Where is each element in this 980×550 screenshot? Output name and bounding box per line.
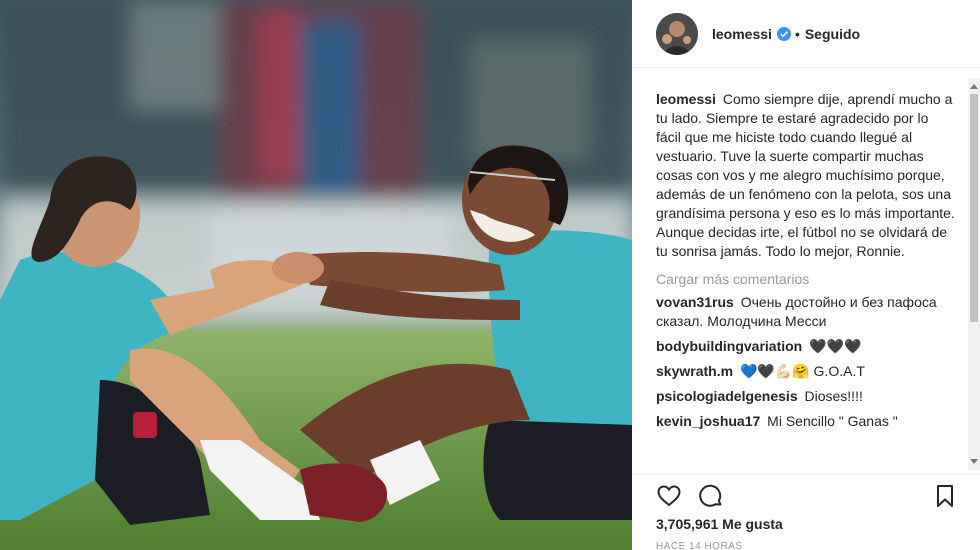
separator-dot: • [794, 25, 800, 42]
post-side-panel: leomessi • Seguido leomessi Como siempre… [632, 0, 980, 550]
avatar-image [656, 12, 698, 55]
comment-username[interactable]: bodybuildingvariation [656, 338, 802, 354]
comments-scrollbar[interactable] [968, 78, 980, 470]
comments-list[interactable]: leomessi Como siempre dije, aprendí much… [632, 82, 967, 470]
post-caption: leomessi Como siempre dije, aprendí much… [656, 90, 955, 261]
comment-icon[interactable] [698, 483, 724, 509]
comment-text: 💙🖤💪🏻🤗 G.O.A.T [739, 363, 865, 379]
post-header: leomessi • Seguido [632, 0, 980, 68]
comment-username[interactable]: skywrath.m [656, 363, 733, 379]
comment: skywrath.m 💙🖤💪🏻🤗 G.O.A.T [656, 362, 955, 381]
scroll-down-arrow-icon[interactable] [970, 459, 978, 464]
comment-text: Mi Sencillo " Ganas " [767, 413, 898, 429]
comment: psicologiadelgenesis Dioses!!!! [656, 387, 955, 406]
caption-text: Como siempre dije, aprendí mucho a tu la… [656, 91, 955, 259]
scroll-up-arrow-icon[interactable] [970, 84, 978, 89]
post-timestamp: HACE 14 HORAS [656, 541, 743, 550]
comment: bodybuildingvariation 🖤🖤🖤 [656, 337, 955, 356]
follow-button[interactable]: Seguido [805, 26, 860, 42]
bookmark-icon[interactable] [932, 483, 958, 509]
comment: vovan31rus Очень достойно и без пафоса с… [656, 293, 955, 331]
football-players-photo [0, 0, 632, 550]
avatar[interactable] [656, 12, 698, 55]
heart-icon[interactable] [656, 483, 682, 509]
scrollbar-thumb[interactable] [970, 94, 978, 322]
likes-count[interactable]: 3,705,961 Me gusta [656, 516, 783, 532]
comment-username[interactable]: psicologiadelgenesis [656, 388, 798, 404]
verified-icon [776, 26, 791, 41]
comment-username[interactable]: kevin_joshua17 [656, 413, 760, 429]
header-username[interactable]: leomessi [712, 26, 772, 42]
caption-username[interactable]: leomessi [656, 91, 716, 107]
post-photo[interactable] [0, 0, 632, 550]
post-actions [632, 474, 980, 514]
load-more-comments[interactable]: Cargar más comentarios [656, 271, 955, 287]
comment: kevin_joshua17 Mi Sencillo " Ganas " [656, 412, 955, 431]
comment-text: Dioses!!!! [804, 388, 863, 404]
comment-text: 🖤🖤🖤 [809, 338, 862, 354]
comment-username[interactable]: vovan31rus [656, 294, 734, 310]
